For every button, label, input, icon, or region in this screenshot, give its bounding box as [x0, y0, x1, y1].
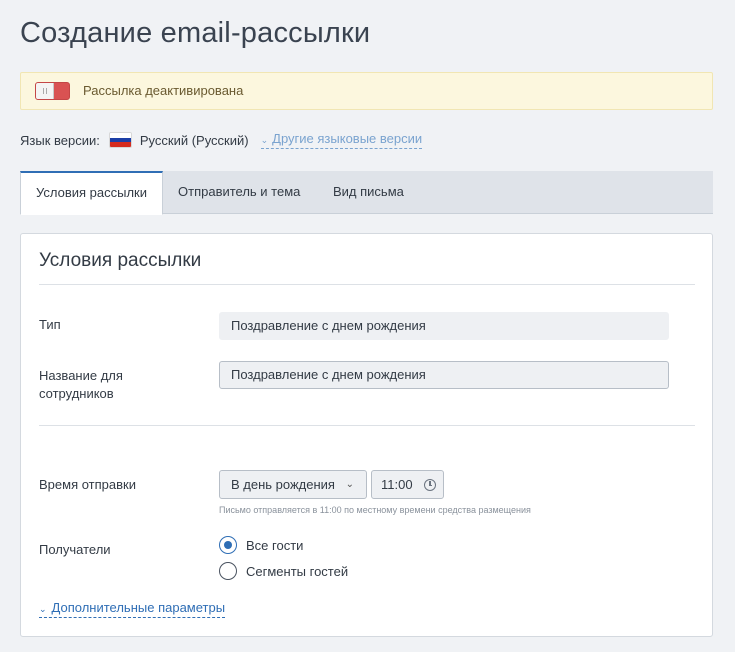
- chevron-down-icon: ⌄: [260, 135, 269, 145]
- radio-guest-segments-label: Сегменты гостей: [246, 563, 349, 579]
- send-time-value: 11:00: [381, 477, 413, 492]
- current-language: Русский (Русский): [139, 132, 249, 148]
- type-field: Поздравление с днем рождения: [219, 312, 669, 340]
- send-time-label: Время отправки: [39, 477, 136, 492]
- tab-bar: Условия рассылки Отправитель и тема Вид …: [20, 171, 713, 215]
- type-label: Тип: [39, 317, 61, 332]
- activation-toggle[interactable]: [35, 82, 70, 100]
- advanced-params-link[interactable]: ⌄ Дополнительные параметры: [39, 600, 226, 618]
- divider: [39, 425, 695, 426]
- tab-letter-view[interactable]: Вид письма: [318, 171, 419, 214]
- advanced-params-label: Дополнительные параметры: [51, 600, 226, 615]
- send-day-value: В день рождения: [231, 477, 335, 492]
- clock-icon: [424, 479, 436, 491]
- page-title: Создание email-рассылки: [20, 17, 371, 49]
- send-time-hint: Письмо отправляется в 11:00 по местному …: [219, 505, 531, 515]
- radio-all-guests[interactable]: Все гости: [219, 536, 303, 554]
- conditions-card: Условия рассылки Тип Поздравление с днем…: [20, 233, 713, 637]
- send-time-input[interactable]: 11:00: [371, 470, 444, 499]
- radio-checked-icon[interactable]: [219, 536, 237, 554]
- staff-name-label: Название для сотрудников: [39, 368, 123, 401]
- radio-unchecked-icon[interactable]: [219, 562, 237, 580]
- russia-flag-icon: [109, 133, 131, 147]
- divider: [39, 284, 695, 285]
- recipients-label: Получатели: [39, 542, 111, 557]
- staff-name-input[interactable]: Поздравление с днем рождения: [219, 361, 669, 389]
- other-languages-link[interactable]: ⌄ Другие языковые версии: [260, 131, 423, 149]
- language-row: Язык версии: Русский (Русский) ⌄ Другие я…: [20, 131, 423, 149]
- tab-sender-subject[interactable]: Отправитель и тема: [163, 171, 315, 214]
- send-day-select[interactable]: В день рождения ⌄: [219, 470, 367, 499]
- card-title: Условия рассылки: [39, 250, 202, 271]
- radio-guest-segments[interactable]: Сегменты гостей: [219, 562, 348, 580]
- chevron-down-icon: ⌄: [345, 479, 354, 490]
- language-label: Язык версии:: [20, 132, 100, 148]
- chevron-down-icon: ⌄: [39, 604, 47, 614]
- alert-text: Рассылка деактивирована: [83, 83, 244, 98]
- other-languages-label: Другие языковые версии: [272, 131, 423, 146]
- tab-conditions[interactable]: Условия рассылки: [20, 171, 164, 215]
- status-alert: Рассылка деактивирована: [20, 72, 713, 110]
- radio-all-guests-label: Все гости: [246, 537, 304, 553]
- toggle-knob[interactable]: [36, 83, 54, 99]
